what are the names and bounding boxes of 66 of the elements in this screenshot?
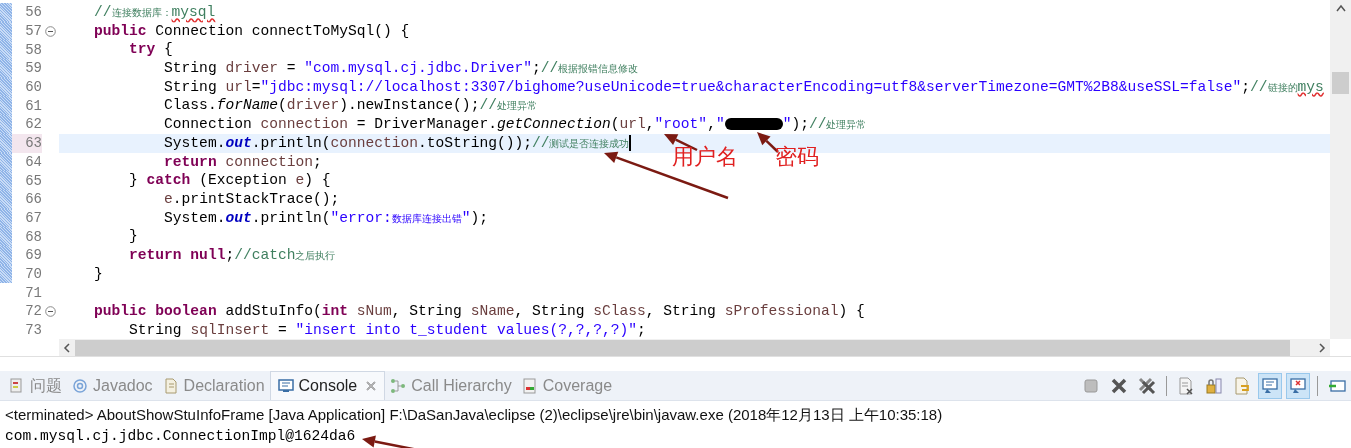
code-line: String driver = "com.mysql.cj.jdbc.Driver";//根据报错信息修改 (163, 61, 639, 76)
coverage-icon (521, 377, 538, 394)
console-header: <terminated> AboutShowStuInfoFrame [Java Application] F:\DaSanJava\eclipse (2)\eclipse\jre\bin\javaw.exe (2018年12月13日 上午10:35:18) (5, 404, 943, 425)
line-number: 56 (25, 5, 42, 20)
line-number: 63 (25, 136, 42, 151)
close-icon (1110, 376, 1128, 395)
line-number: 65 (25, 173, 42, 188)
line-number: 67 (25, 210, 42, 225)
code-line: public Connection connectToMySql() { (93, 23, 410, 39)
annotation-label: 用户名 (672, 146, 738, 168)
at-sign-icon (72, 377, 88, 394)
line-number: 72 (25, 304, 42, 319)
toolbar-button[interactable] (1286, 372, 1310, 399)
code-line: String url="jdbc:mysql://localhost:3307/bighome?useUnicode=true&characterEncoding=utf8&serverTimezone=GMT%2B8&useSSL=false";//链接的mys (163, 79, 1324, 95)
line-number: 70 (25, 266, 42, 281)
stop-icon (1082, 376, 1100, 395)
code-line: return null;//catch之后执行 (128, 248, 336, 263)
hierarchy-icon (390, 377, 407, 394)
panel-tab[interactable]: Declaration (157, 371, 270, 400)
problems-icon (9, 377, 25, 394)
code-line: return connection; (163, 154, 322, 170)
annotation-label: 密码 (775, 146, 819, 168)
code-line: Class.forName(driver).newInstance();//处理异常 (163, 98, 537, 114)
code-line: System.out.println(connection.toString());//测试是否连接成功 (163, 135, 632, 152)
line-number: 59 (25, 61, 42, 76)
panel-tab[interactable]: Javadoc (67, 371, 158, 400)
monitor-icon (1261, 376, 1279, 395)
line-number: 60 (25, 80, 42, 95)
monitor-icon (277, 378, 294, 395)
fold-icon[interactable] (45, 25, 56, 37)
panel-tab[interactable]: Console (269, 371, 386, 400)
double-close-icon (1138, 376, 1156, 395)
line-number: 58 (25, 42, 42, 57)
code-line: public boolean addStuInfo(int sNum, String sName, String sClass, String sProfessional) { (93, 304, 865, 319)
code-line: String sqlInsert = "insert into t_student values(?,?,?,?)"; (128, 322, 646, 338)
line-number: 57 (25, 24, 42, 39)
panel-tab[interactable]: Call Hierarchy (385, 371, 517, 400)
clear-document-icon (1177, 376, 1195, 395)
line-number: 61 (25, 98, 42, 113)
wrap-icon (1233, 376, 1251, 395)
document-icon (162, 377, 179, 394)
lock-icon (1205, 376, 1223, 395)
code-line: //连接数据库：mysql (93, 5, 216, 20)
line-number: 66 (25, 192, 42, 207)
line-number: 71 (25, 285, 42, 300)
code-line: e.printStackTrace(); (163, 191, 340, 207)
line-number: 73 (25, 323, 42, 338)
fold-icon[interactable] (45, 305, 56, 317)
code-line: } (128, 229, 138, 244)
console-output: com.mysql.cj.jdbc.ConnectionImpl@1624da6 (5, 427, 356, 447)
panel-tab[interactable]: Coverage (516, 371, 618, 400)
close-icon[interactable] (365, 380, 378, 393)
line-number: 68 (25, 229, 42, 244)
panel-tab[interactable]: 问题 (4, 371, 67, 400)
toolbar-button[interactable] (1258, 372, 1282, 399)
scrollbar-thumb[interactable] (1332, 72, 1349, 94)
vertical-scrollbar[interactable] (1330, 0, 1351, 340)
code-line: } catch (Exception e) { (128, 173, 331, 188)
line-number: 64 (25, 154, 42, 169)
line-number: 69 (25, 248, 42, 263)
code-line: System.out.println("error:数据库连接出错"); (163, 210, 489, 226)
code-line: } (93, 266, 103, 282)
monitor-icon (1289, 376, 1307, 395)
code-line: try { (128, 42, 173, 57)
code-line: Connection connection = DriverManager.getConnection(url,"root"," ");//处理异常 (163, 117, 867, 132)
line-number: 62 (25, 117, 42, 132)
